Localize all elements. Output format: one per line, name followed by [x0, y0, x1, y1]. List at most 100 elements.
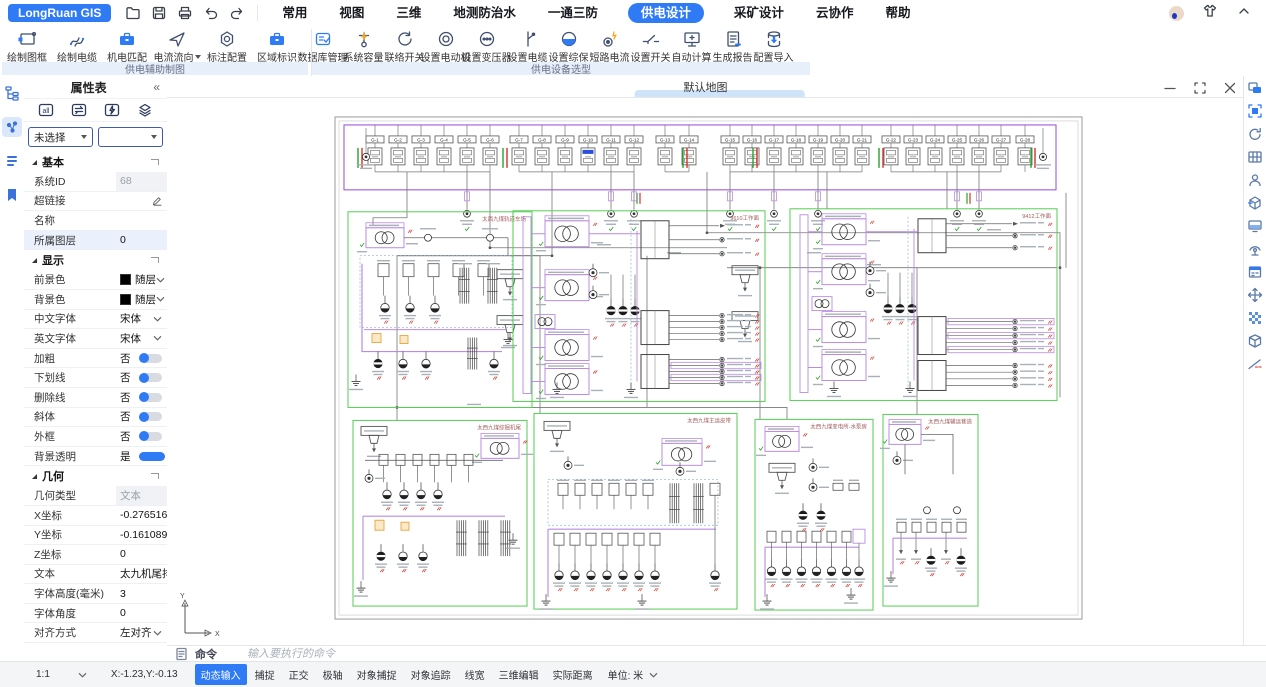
- left-strip-tree-icon[interactable]: [2, 83, 22, 103]
- property-value[interactable]: 否: [116, 368, 167, 387]
- schematic-canvas[interactable]: G-1G-2G-3G-4G-5G-6G-7G-8G-9G-10G-11G-12G…: [167, 98, 1244, 645]
- property-value[interactable]: 0: [116, 545, 167, 564]
- toggle-switch[interactable]: [139, 432, 162, 441]
- ribbon-item-frame[interactable]: 绘制图框: [2, 27, 52, 62]
- selection-dropdown[interactable]: 未选择: [28, 127, 93, 147]
- right-strip-view-3d-icon[interactable]: [1247, 195, 1263, 211]
- ribbon-item-match[interactable]: 机电匹配: [102, 27, 152, 62]
- ribbon-item-transformer[interactable]: 设置变压器: [466, 27, 507, 62]
- ribbon-item-import[interactable]: 配置导入: [753, 27, 794, 62]
- maximize-icon[interactable]: [1192, 80, 1208, 96]
- toggle-switch[interactable]: [139, 393, 162, 402]
- toggle-switch[interactable]: [139, 354, 162, 363]
- menu-tab-6[interactable]: 供电设计: [628, 3, 704, 24]
- ribbon-item-set-cable[interactable]: 设置电缆: [507, 27, 548, 62]
- toggle-switch[interactable]: [139, 412, 162, 421]
- dropdown-caret-icon[interactable]: [195, 55, 201, 59]
- avatar[interactable]: [1169, 6, 1184, 21]
- property-value[interactable]: 文本: [116, 486, 167, 505]
- property-value[interactable]: 随层: [116, 290, 167, 309]
- ribbon-item-capacity[interactable]: 系统容量: [343, 27, 384, 62]
- property-value[interactable]: 否: [116, 349, 167, 368]
- unit-label[interactable]: 单位: 米: [608, 667, 644, 682]
- right-strip-texture-icon[interactable]: [1247, 310, 1263, 326]
- ribbon-item-tie-switch[interactable]: 联络开关: [384, 27, 425, 62]
- chevron-down-icon[interactable]: [156, 296, 165, 302]
- property-value[interactable]: 宋体: [116, 329, 167, 348]
- right-strip-slope-icon[interactable]: [1247, 356, 1263, 372]
- ribbon-item-auto-calc[interactable]: 自动计算: [671, 27, 712, 62]
- status-button-6[interactable]: 对象追踪: [405, 664, 457, 685]
- menu-tab-7[interactable]: 采矿设计: [732, 4, 786, 23]
- property-value[interactable]: 68: [116, 172, 167, 191]
- status-button-7[interactable]: 线宽: [459, 664, 491, 685]
- right-strip-monitor-icon[interactable]: [1247, 218, 1263, 234]
- chevron-down-icon[interactable]: [153, 335, 162, 341]
- status-button-5[interactable]: 对象捕捉: [351, 664, 403, 685]
- status-button-8[interactable]: 三维编辑: [493, 664, 545, 685]
- panel-tab-all-filter-icon[interactable]: all: [38, 102, 54, 118]
- menu-tab-1[interactable]: 常用: [280, 4, 309, 23]
- chevron-down-icon[interactable]: [156, 277, 165, 283]
- property-value[interactable]: 0: [116, 604, 167, 623]
- ribbon-item-switch[interactable]: 设置开关: [630, 27, 671, 62]
- redo-icon[interactable]: [229, 5, 245, 21]
- property-value[interactable]: -0.2765169: [116, 506, 167, 525]
- close-icon[interactable]: [1222, 80, 1238, 96]
- right-strip-person-icon[interactable]: [1247, 172, 1263, 188]
- right-strip-sensor-icon[interactable]: [1247, 241, 1263, 257]
- ribbon-item-flow[interactable]: 电流流向: [152, 27, 202, 62]
- app-logo[interactable]: LongRuan GIS: [8, 4, 111, 22]
- menu-tab-4[interactable]: 地测防治水: [451, 4, 518, 23]
- panel-tab-bolt-filter-icon[interactable]: [104, 102, 120, 118]
- print-icon[interactable]: [177, 5, 193, 21]
- chevron-down-icon[interactable]: [153, 630, 162, 636]
- right-strip-calendar-icon[interactable]: [1247, 264, 1263, 280]
- ribbon-item-motor[interactable]: 设置电动机: [425, 27, 466, 62]
- toggle-switch[interactable]: [139, 373, 162, 382]
- color-swatch[interactable]: [120, 294, 131, 305]
- open-file-icon[interactable]: [125, 5, 141, 21]
- section-header[interactable]: 基本: [24, 152, 167, 172]
- panel-collapse-button[interactable]: «: [153, 80, 160, 94]
- section-header[interactable]: 几何: [24, 466, 167, 486]
- save-icon[interactable]: [151, 5, 167, 21]
- menu-tab-2[interactable]: 视图: [337, 4, 366, 23]
- status-button-3[interactable]: 正交: [283, 664, 315, 685]
- command-input[interactable]: [245, 647, 1266, 661]
- status-button-4[interactable]: 极轴: [317, 664, 349, 685]
- right-strip-cube-icon[interactable]: [1247, 333, 1263, 349]
- property-value[interactable]: 左对齐: [116, 623, 167, 642]
- menu-tab-5[interactable]: 一通三防: [546, 4, 600, 23]
- right-strip-grid-map-icon[interactable]: [1247, 149, 1263, 165]
- status-button-1[interactable]: 动态输入: [195, 664, 247, 685]
- property-value[interactable]: 否: [116, 388, 167, 407]
- collapse-ribbon-icon[interactable]: [1236, 3, 1252, 24]
- right-strip-panels-icon[interactable]: [1247, 80, 1263, 96]
- toggle-switch[interactable]: [139, 452, 165, 461]
- right-strip-rotate-icon[interactable]: [1247, 126, 1263, 142]
- ribbon-item-database[interactable]: 数据库管理: [302, 27, 343, 62]
- ribbon-item-report[interactable]: 生成报告: [712, 27, 753, 62]
- zoom-caret-icon[interactable]: [78, 672, 87, 678]
- section-header[interactable]: 显示: [24, 250, 167, 270]
- color-swatch[interactable]: [120, 274, 131, 285]
- menu-tab-9[interactable]: 帮助: [883, 4, 912, 23]
- right-strip-focus-icon[interactable]: [1247, 103, 1263, 119]
- ribbon-item-protection[interactable]: 设置综保: [548, 27, 589, 62]
- status-button-9[interactable]: 实际距离: [547, 664, 599, 685]
- zoom-ratio[interactable]: 1:1: [36, 669, 50, 680]
- property-value[interactable]: 3: [116, 584, 167, 603]
- status-button-2[interactable]: 捕捉: [249, 664, 281, 685]
- menu-tab-8[interactable]: 云协作: [814, 4, 856, 23]
- property-value[interactable]: 是: [116, 447, 167, 466]
- left-strip-cluster-icon[interactable]: [2, 117, 22, 137]
- minimize-icon[interactable]: [1162, 80, 1178, 96]
- panel-tab-match-filter-icon[interactable]: [71, 102, 87, 118]
- menu-tab-3[interactable]: 三维: [394, 4, 423, 23]
- property-value[interactable]: 太九机尾排:: [116, 565, 167, 584]
- chevron-down-icon[interactable]: [153, 316, 162, 322]
- theme-icon[interactable]: [1202, 3, 1218, 24]
- ribbon-item-area[interactable]: 区域标识: [252, 27, 302, 62]
- property-value[interactable]: 随层: [116, 270, 167, 289]
